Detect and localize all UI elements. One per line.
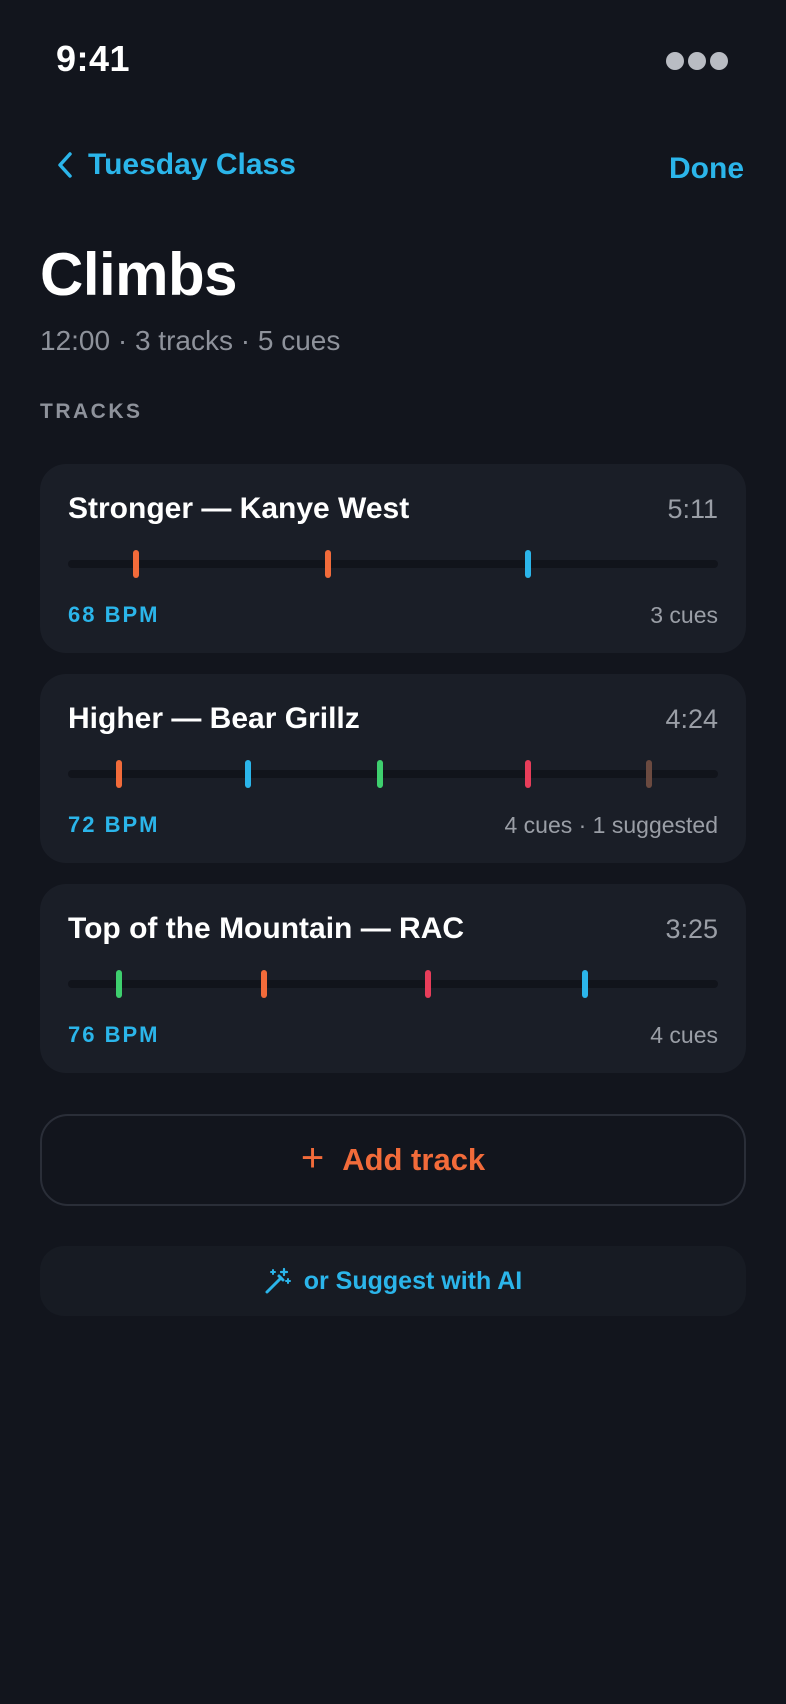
track-timeline[interactable] — [68, 550, 718, 578]
section-label-tracks: TRACKS — [40, 400, 143, 423]
track-duration: 3:25 — [665, 914, 718, 944]
track-title: Stronger — Kanye West — [68, 492, 410, 525]
magic-wand-icon — [265, 1267, 291, 1294]
track-list: Stronger — Kanye West 5:11 68 BPM 3 cues… — [40, 464, 746, 1094]
track-title: Top of the Mountain — RAC — [68, 912, 465, 945]
page-subtitle: 12:00 · 3 tracks · 5 cues — [40, 325, 341, 356]
cue-marker[interactable] — [116, 970, 123, 998]
track-bpm: 68 BPM — [68, 602, 160, 627]
cue-marker[interactable] — [425, 970, 432, 998]
back-label: Tuesday Class — [88, 148, 296, 181]
track-cue-count: 4 cues — [650, 1022, 718, 1048]
back-button[interactable]: Tuesday Class — [56, 148, 296, 182]
page-title: Climbs — [40, 241, 238, 308]
cue-marker[interactable] — [581, 970, 588, 998]
cue-marker[interactable] — [260, 970, 267, 998]
done-button[interactable]: Done — [669, 152, 744, 186]
more-dots-icon — [666, 52, 728, 70]
track-cue-count: 3 cues — [650, 602, 718, 628]
cue-marker[interactable] — [377, 760, 383, 788]
add-track-label: Add track — [342, 1142, 486, 1177]
track-timeline[interactable] — [68, 760, 718, 788]
cue-marker[interactable] — [525, 550, 532, 578]
track-title: Higher — Bear Grillz — [68, 702, 360, 735]
track-timeline[interactable] — [68, 970, 718, 998]
plus-icon: + — [300, 1136, 325, 1180]
cue-marker[interactable] — [245, 760, 252, 788]
status-time: 9:41 — [56, 38, 131, 79]
track-card[interactable]: Top of the Mountain — RAC 3:25 76 BPM 4 … — [40, 884, 746, 1073]
cue-marker[interactable] — [132, 550, 139, 578]
chevron-left-icon — [58, 152, 72, 178]
track-bpm: 72 BPM — [68, 812, 160, 837]
suggest-with-ai-label: or Suggest with AI — [303, 1266, 523, 1295]
track-bpm: 76 BPM — [68, 1022, 160, 1047]
cue-marker[interactable] — [116, 760, 123, 788]
cue-marker[interactable] — [646, 760, 653, 788]
track-card[interactable]: Higher — Bear Grillz 4:24 72 BPM 4 cues … — [40, 674, 746, 863]
track-card[interactable]: Stronger — Kanye West 5:11 68 BPM 3 cues — [40, 464, 746, 653]
nav-bar: Tuesday Class Done — [0, 148, 786, 196]
suggest-with-ai-button[interactable]: or Suggest with AI — [40, 1246, 746, 1316]
add-track-button[interactable]: + Add track — [40, 1114, 746, 1206]
track-duration: 5:11 — [667, 494, 718, 524]
track-duration: 4:24 — [665, 704, 718, 734]
track-cue-count: 4 cues · 1 suggested — [504, 812, 718, 838]
cue-marker[interactable] — [325, 550, 331, 578]
status-bar: 9:41 — [0, 0, 786, 120]
cue-marker[interactable] — [525, 760, 532, 788]
